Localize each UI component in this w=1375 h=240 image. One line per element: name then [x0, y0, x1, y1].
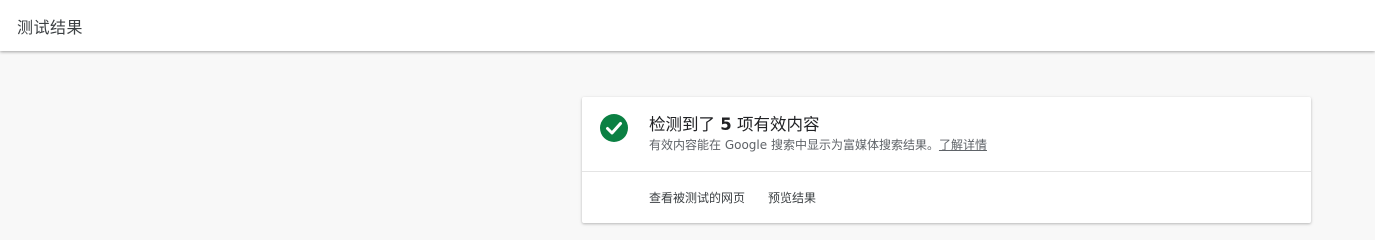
- heading-suffix: 项有效内容: [731, 115, 820, 134]
- card-actions: 查看被测试的网页 预览结果: [649, 189, 816, 206]
- heading-prefix: 检测到了: [649, 115, 721, 134]
- top-bar: 测试结果: [0, 0, 1375, 51]
- valid-item-count: 5: [720, 115, 732, 134]
- result-description: 有效内容能在 Google 搜索中显示为富媒体搜索结果。了解详情: [649, 136, 987, 153]
- divider: [582, 171, 1311, 172]
- preview-result-button[interactable]: 预览结果: [768, 189, 816, 206]
- check-circle-icon: [600, 114, 628, 142]
- result-heading: 检测到了 5 项有效内容: [649, 111, 819, 135]
- page-title: 测试结果: [17, 17, 84, 37]
- result-summary: 检测到了 5 项有效内容 有效内容能在 Google 搜索中显示为富媒体搜索结果…: [582, 97, 1311, 171]
- view-tested-page-button[interactable]: 查看被测试的网页: [649, 189, 745, 206]
- learn-more-link[interactable]: 了解详情: [939, 138, 987, 152]
- description-text: 有效内容能在 Google 搜索中显示为富媒体搜索结果。: [649, 138, 939, 152]
- result-card: 检测到了 5 项有效内容 有效内容能在 Google 搜索中显示为富媒体搜索结果…: [582, 97, 1311, 223]
